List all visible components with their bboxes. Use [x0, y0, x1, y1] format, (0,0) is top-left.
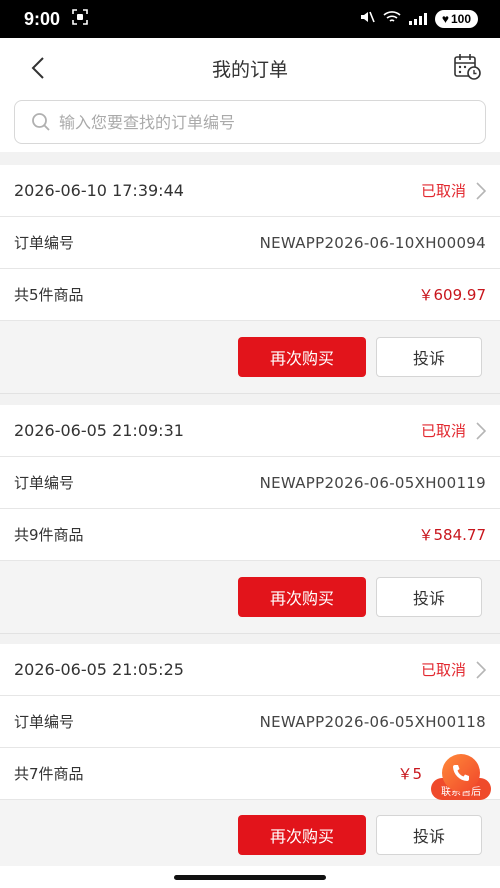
order-date: 2026-06-05 21:05:25 [14, 660, 184, 679]
order-price: ￥609.97 [418, 286, 487, 304]
complain-button[interactable]: 投诉 [376, 577, 482, 617]
rebuy-button[interactable]: 再次购买 [238, 577, 366, 617]
home-indicator-pill[interactable] [174, 874, 326, 880]
signal-icon [408, 13, 427, 25]
battery-level: 100 [450, 12, 471, 26]
order-number-label: 订单编号 [14, 474, 75, 492]
search-icon [32, 113, 50, 131]
order-number: NEWAPP2026-06-05XH00119 [259, 473, 486, 492]
order-card: 2026-06-05 21:09:31 已取消 订单编号 NEWAPP2026-… [0, 405, 500, 634]
order-card: 2026-06-10 17:39:44 已取消 订单编号 NEWAPP2026-… [0, 165, 500, 394]
order-price: ￥5 [397, 765, 422, 783]
item-count: 共9件商品 [14, 526, 84, 544]
after-sales-contact-button[interactable]: 联系售后 [431, 754, 491, 802]
order-status-text: 已取消 [420, 182, 466, 200]
order-number-label: 订单编号 [14, 234, 75, 252]
order-header[interactable]: 2026-06-05 21:09:31 已取消 [0, 405, 500, 457]
order-status: 已取消 [421, 659, 486, 680]
order-actions: 再次购买 投诉 [0, 800, 500, 870]
order-summary-row: 共9件商品 ￥584.77 [0, 509, 500, 561]
order-actions: 再次购买 投诉 [0, 321, 500, 394]
status-bar: 9:00 ♥ 100 [0, 0, 500, 38]
rebuy-button[interactable]: 再次购买 [238, 337, 366, 377]
item-count: 共7件商品 [14, 765, 84, 783]
screen-record-icon [72, 9, 88, 29]
chevron-right-icon [476, 660, 486, 679]
order-summary-row: 共5件商品 ￥609.97 [0, 269, 500, 321]
order-status-text: 已取消 [420, 661, 466, 679]
complain-button[interactable]: 投诉 [376, 337, 482, 377]
order-status: 已取消 [421, 420, 486, 441]
order-date: 2026-06-10 17:39:44 [14, 181, 184, 200]
chevron-right-icon [476, 421, 486, 440]
complain-button[interactable]: 投诉 [376, 815, 482, 855]
calendar-clock-icon [454, 54, 481, 80]
search-input[interactable] [59, 112, 459, 132]
order-number: NEWAPP2026-06-10XH00094 [259, 233, 486, 252]
status-time: 9:00 [24, 8, 61, 29]
rebuy-button[interactable]: 再次购买 [238, 815, 366, 855]
order-header[interactable]: 2026-06-05 21:05:25 已取消 [0, 644, 500, 696]
nav-bar: 我的订单 [0, 38, 500, 98]
battery-indicator: ♥ 100 [434, 10, 478, 28]
order-price: ￥584.77 [418, 526, 487, 544]
page-title: 我的订单 [211, 58, 288, 81]
wifi-icon [383, 10, 401, 28]
search-bar [0, 98, 500, 152]
order-status-text: 已取消 [420, 422, 466, 440]
order-summary-row: 共7件商品 ￥5 [0, 748, 500, 800]
order-date: 2026-06-05 21:09:31 [14, 421, 184, 440]
calendar-filter-button[interactable] [452, 52, 482, 82]
order-number-row: 订单编号 NEWAPP2026-06-05XH00118 [0, 696, 500, 748]
item-count: 共5件商品 [14, 286, 84, 304]
home-indicator [0, 866, 500, 888]
order-card: 2026-06-05 21:05:25 已取消 订单编号 NEWAPP2026-… [0, 644, 500, 870]
chevron-left-icon [31, 57, 44, 79]
order-number-row: 订单编号 NEWAPP2026-06-05XH00119 [0, 457, 500, 509]
phone-icon [442, 754, 480, 792]
order-header[interactable]: 2026-06-10 17:39:44 已取消 [0, 165, 500, 217]
order-actions: 再次购买 投诉 [0, 561, 500, 634]
order-number-row: 订单编号 NEWAPP2026-06-10XH00094 [0, 217, 500, 269]
order-status: 已取消 [421, 180, 486, 201]
order-number-label: 订单编号 [14, 713, 75, 731]
search-box[interactable] [14, 100, 486, 144]
order-number: NEWAPP2026-06-05XH00118 [259, 712, 486, 731]
heart-icon: ♥ [441, 12, 449, 26]
chevron-right-icon [476, 181, 486, 200]
back-button[interactable] [20, 50, 56, 86]
mute-icon [359, 10, 375, 28]
